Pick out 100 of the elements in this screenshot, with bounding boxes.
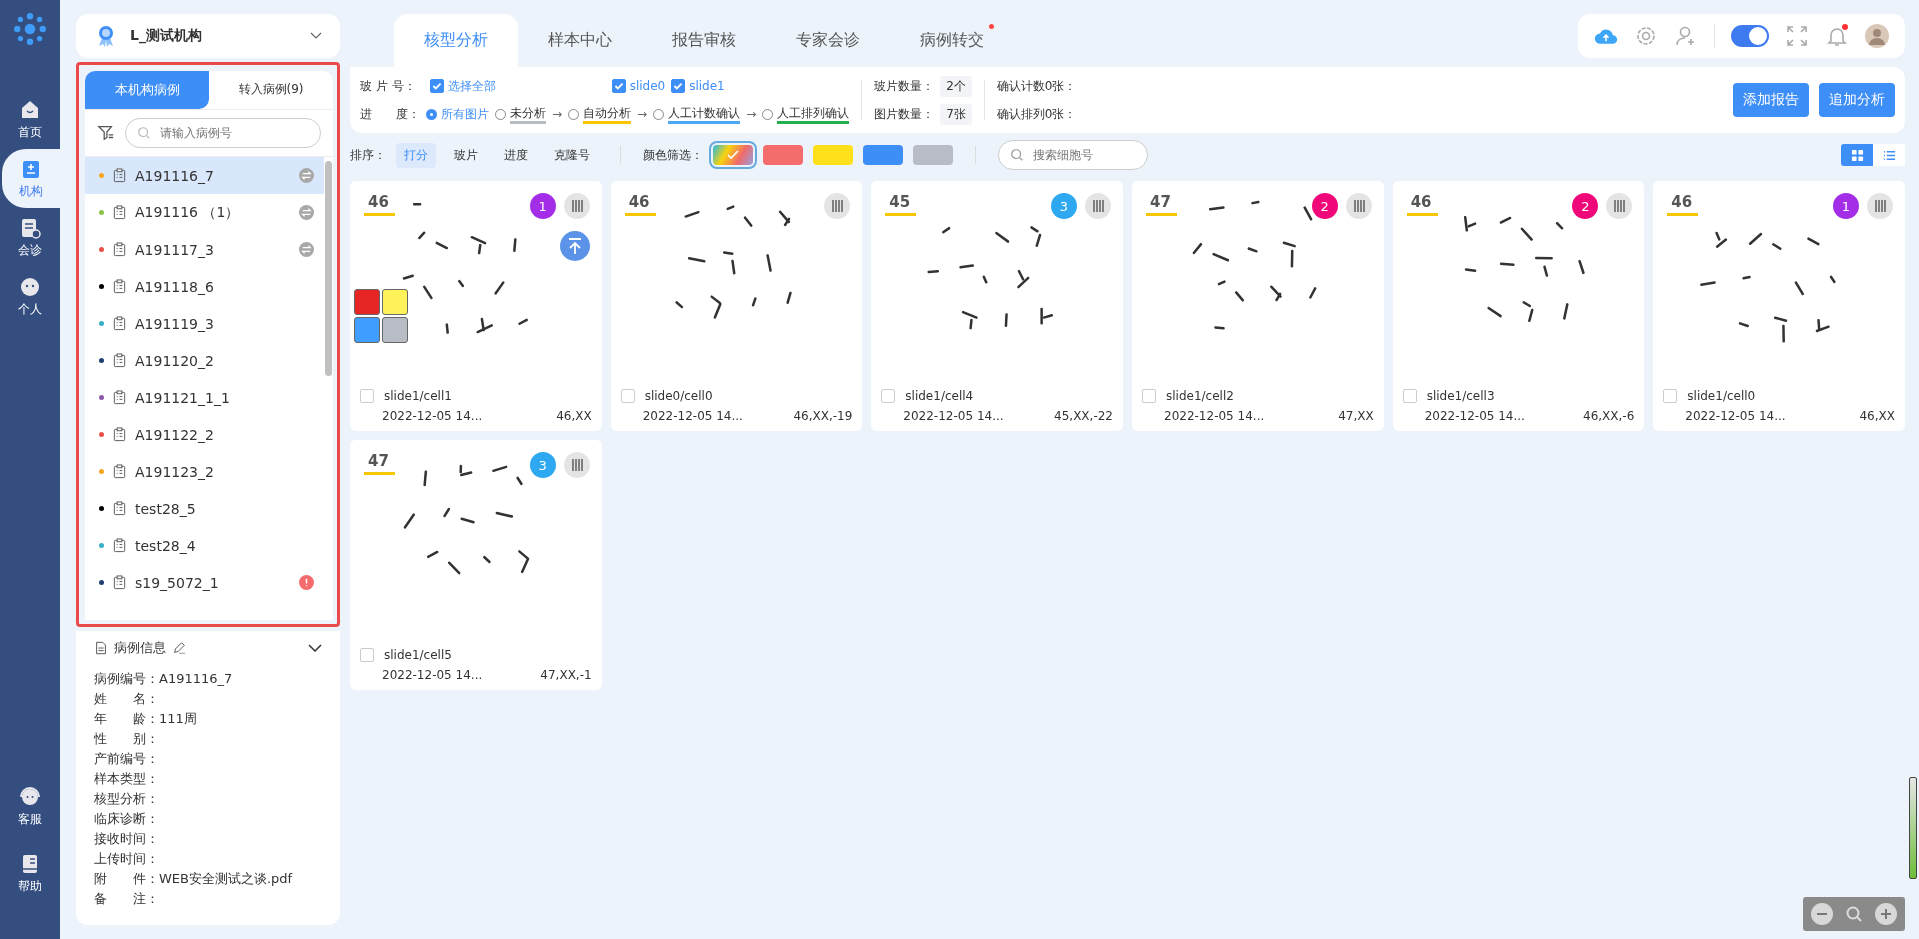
cell-search-field[interactable]: 搜索细胞号 bbox=[998, 140, 1148, 170]
clipboard-icon bbox=[112, 353, 127, 368]
karyotype-icon[interactable] bbox=[1867, 193, 1893, 219]
confirm-label: 确认排列0张： bbox=[996, 105, 1077, 123]
avatar-icon[interactable] bbox=[1865, 24, 1889, 48]
checkmark-icon bbox=[430, 80, 443, 92]
color-swatch[interactable] bbox=[763, 145, 803, 165]
nav-item[interactable]: 个人 bbox=[0, 267, 60, 326]
field-label: 接收时间： bbox=[94, 830, 159, 848]
case-tab[interactable]: 转入病例(9) bbox=[209, 71, 333, 109]
nav-item[interactable]: 机构 bbox=[2, 149, 60, 208]
clipboard-icon bbox=[112, 464, 127, 479]
color-tag[interactable] bbox=[382, 289, 408, 315]
tab[interactable]: 样本中心 bbox=[518, 14, 642, 67]
tab[interactable]: 专家会诊 bbox=[766, 14, 890, 67]
color-swatch[interactable] bbox=[913, 145, 953, 165]
chevron-down-icon[interactable] bbox=[308, 644, 322, 652]
list-view-button[interactable] bbox=[1873, 144, 1905, 166]
sort-option[interactable]: 进度 bbox=[496, 142, 536, 168]
pencil-icon[interactable] bbox=[172, 641, 186, 655]
scrollbar-thumb[interactable] bbox=[325, 161, 332, 376]
grid-view-button[interactable] bbox=[1841, 144, 1873, 166]
card-checkbox[interactable] bbox=[1663, 389, 1678, 403]
case-item[interactable]: A191122_2 bbox=[85, 416, 324, 453]
nav-item[interactable]: 帮助 bbox=[18, 844, 42, 903]
swap-icon[interactable] bbox=[299, 205, 314, 220]
face-icon bbox=[18, 275, 42, 299]
card-checkbox[interactable] bbox=[620, 389, 635, 403]
nav-item[interactable]: 首页 bbox=[0, 90, 60, 149]
case-item[interactable]: test28_4 bbox=[85, 527, 324, 564]
color-filter-label: 颜色筛选： bbox=[643, 146, 703, 164]
card-checkbox[interactable] bbox=[1402, 389, 1417, 403]
case-search-field[interactable]: 请输入病例号 bbox=[125, 118, 321, 148]
karyotype-icon[interactable] bbox=[1085, 193, 1111, 219]
stat-label: 图片数量： bbox=[874, 105, 935, 123]
swap-icon[interactable] bbox=[299, 242, 314, 257]
tab[interactable]: 病例转交 bbox=[890, 14, 1014, 67]
stat-label: 玻片数量： bbox=[874, 77, 935, 95]
karyotype-icon[interactable] bbox=[824, 193, 851, 219]
card-checkbox[interactable] bbox=[881, 389, 896, 403]
fullscreen-icon[interactable] bbox=[1785, 24, 1809, 48]
card-checkbox[interactable] bbox=[1142, 389, 1156, 403]
org-selector[interactable]: L_测试机构 bbox=[76, 14, 340, 58]
progress-radio[interactable]: 自动分析 bbox=[568, 104, 632, 124]
field-label: 临床诊断： bbox=[94, 810, 159, 828]
nav-item[interactable]: 会诊 bbox=[0, 208, 60, 267]
clipboard-icon bbox=[112, 242, 127, 257]
karyotype-icon[interactable] bbox=[1606, 193, 1633, 219]
notification-bell-icon[interactable] bbox=[1825, 24, 1849, 48]
field-value: 111周 bbox=[159, 710, 197, 728]
field-label: 备 注： bbox=[94, 890, 159, 908]
field-label: 性 别： bbox=[94, 730, 159, 748]
card-checkbox[interactable] bbox=[360, 648, 374, 662]
case-item[interactable]: s19_5072_1 bbox=[85, 564, 324, 601]
progress-radio[interactable]: 人工排列确认 bbox=[762, 104, 850, 124]
cell-name: slide1/cell2 bbox=[1166, 389, 1234, 403]
case-item[interactable]: A191123_2 bbox=[85, 453, 324, 490]
clipboard-icon bbox=[112, 168, 127, 183]
case-item[interactable]: A191119_3 bbox=[85, 305, 324, 342]
case-item[interactable]: A191116_7 bbox=[85, 157, 324, 194]
chromosome-count: 45 bbox=[885, 193, 917, 216]
field-value: WEB安全测试之谈.pdf bbox=[159, 870, 293, 888]
filter-label: 玻 片 号： bbox=[360, 77, 416, 95]
color-tag[interactable] bbox=[354, 317, 380, 343]
filter-icon[interactable] bbox=[97, 124, 115, 142]
zoom-out-icon[interactable] bbox=[1811, 903, 1833, 925]
clipboard-icon bbox=[112, 390, 127, 405]
karyotype: 46,XX,-6 bbox=[1583, 409, 1635, 423]
case-item[interactable]: A191116 （1） bbox=[85, 194, 324, 231]
stat-value: 2个 bbox=[940, 75, 972, 97]
karyotype-icon[interactable] bbox=[563, 193, 590, 219]
swap-icon[interactable] bbox=[299, 168, 314, 183]
settings-icon[interactable] bbox=[1634, 24, 1658, 48]
sort-option[interactable]: 玻片 bbox=[446, 142, 486, 168]
progress-radio[interactable]: 人工计数确认 bbox=[653, 104, 741, 124]
tab[interactable]: 报告审核 bbox=[642, 14, 766, 67]
color-swatch[interactable] bbox=[863, 145, 903, 165]
chevron-down-icon bbox=[310, 32, 322, 40]
color-swatch[interactable] bbox=[813, 145, 853, 165]
karyotype-icon[interactable] bbox=[563, 452, 590, 478]
cell-name: slide0/cell0 bbox=[644, 389, 713, 403]
case-item[interactable]: A191117_3 bbox=[85, 231, 324, 268]
case-item[interactable]: A191120_2 bbox=[85, 342, 324, 379]
pin-to-top-icon[interactable] bbox=[559, 231, 590, 261]
color-tag[interactable] bbox=[382, 317, 408, 343]
list-icon bbox=[1882, 148, 1896, 162]
theme-toggle[interactable] bbox=[1731, 25, 1769, 47]
karyotype: 45,XX,-22 bbox=[1054, 409, 1113, 423]
color-tag[interactable] bbox=[354, 289, 380, 315]
sort-option[interactable]: 克隆号 bbox=[546, 142, 598, 168]
karyotype-icon[interactable] bbox=[1345, 193, 1372, 219]
case-item[interactable]: A191121_1_1 bbox=[85, 379, 324, 416]
nav-item[interactable]: 客服 bbox=[18, 777, 42, 836]
card-checkbox[interactable] bbox=[360, 389, 374, 403]
grid-icon bbox=[1850, 148, 1864, 162]
progress-radio[interactable]: 未分析 bbox=[495, 104, 546, 124]
chromosome-count: 46 bbox=[624, 193, 656, 216]
case-item[interactable]: test28_5 bbox=[85, 490, 324, 527]
case-item[interactable]: A191118_6 bbox=[85, 268, 324, 305]
zoom-in-icon[interactable] bbox=[1875, 903, 1897, 925]
